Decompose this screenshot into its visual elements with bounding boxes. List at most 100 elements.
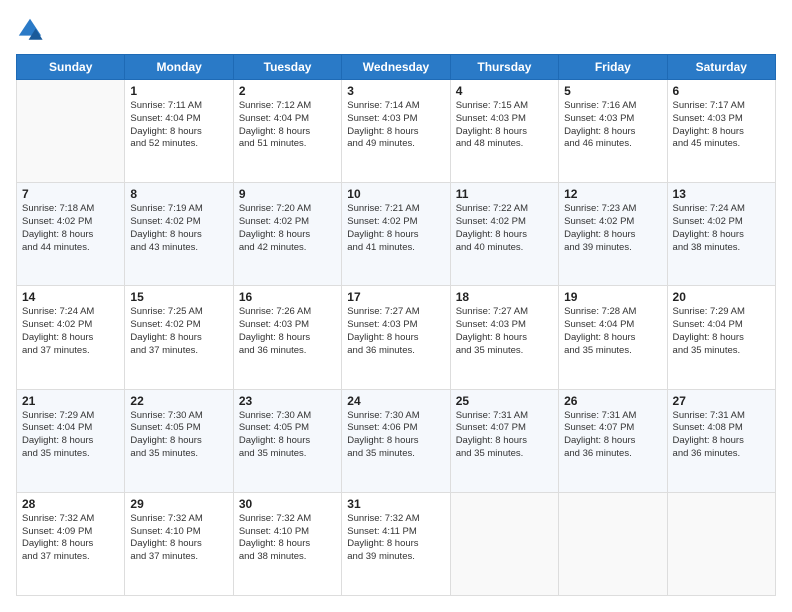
day-info: Sunrise: 7:20 AM Sunset: 4:02 PM Dayligh…	[239, 203, 336, 254]
day-number: 22	[130, 394, 227, 408]
day-info: Sunrise: 7:16 AM Sunset: 4:03 PM Dayligh…	[564, 100, 661, 151]
day-info: Sunrise: 7:27 AM Sunset: 4:03 PM Dayligh…	[347, 306, 444, 357]
day-info: Sunrise: 7:29 AM Sunset: 4:04 PM Dayligh…	[673, 306, 770, 357]
calendar-cell: 27Sunrise: 7:31 AM Sunset: 4:08 PM Dayli…	[667, 389, 775, 492]
calendar-cell	[667, 492, 775, 595]
calendar-cell: 22 Sunrise: 7:30 AM Sunset: 4:05 PM Dayli…	[125, 389, 233, 492]
calendar-week-row: 28 Sunrise: 7:32 AM Sunset: 4:09 PM Dayli…	[17, 492, 776, 595]
day-info: Sunrise: 7:30 AM Sunset: 4:05 PM Dayligh…	[130, 410, 227, 461]
day-info: Sunrise: 7:19 AM Sunset: 4:02 PM Dayligh…	[130, 203, 227, 254]
day-info: Sunrise: 7:30 AM Sunset: 4:06 PM Dayligh…	[347, 410, 444, 461]
day-number: 20	[673, 290, 770, 304]
day-number: 27	[673, 394, 770, 408]
day-info: Sunrise: 7:32 AM Sunset: 4:10 PM Dayligh…	[130, 513, 227, 564]
day-info: Sunrise: 7:25 AM Sunset: 4:02 PM Dayligh…	[130, 306, 227, 357]
day-info: Sunrise: 7:24 AM Sunset: 4:02 PM Dayligh…	[673, 203, 770, 254]
day-number: 31	[347, 497, 444, 511]
weekday-header: Thursday	[450, 55, 558, 80]
day-number: 30	[239, 497, 336, 511]
day-info: Sunrise: 7:24 AM Sunset: 4:02 PM Dayligh…	[22, 306, 119, 357]
day-number: 8	[130, 187, 227, 201]
day-number: 29	[130, 497, 227, 511]
calendar-cell: 6 Sunrise: 7:17 AM Sunset: 4:03 PM Daylig…	[667, 80, 775, 183]
calendar-cell: 10 Sunrise: 7:21 AM Sunset: 4:02 PM Dayli…	[342, 183, 450, 286]
calendar-cell: 26 Sunrise: 7:31 AM Sunset: 4:07 PM Dayli…	[559, 389, 667, 492]
calendar-cell: 3Sunrise: 7:14 AM Sunset: 4:03 PM Daylig…	[342, 80, 450, 183]
day-number: 25	[456, 394, 553, 408]
weekday-header: Monday	[125, 55, 233, 80]
calendar-cell: 11 Sunrise: 7:22 AM Sunset: 4:02 PM Dayli…	[450, 183, 558, 286]
day-info: Sunrise: 7:17 AM Sunset: 4:03 PM Dayligh…	[673, 100, 770, 151]
calendar-cell: 17Sunrise: 7:27 AM Sunset: 4:03 PM Dayli…	[342, 286, 450, 389]
calendar-cell: 5 Sunrise: 7:16 AM Sunset: 4:03 PM Daylig…	[559, 80, 667, 183]
calendar-cell: 24 Sunrise: 7:30 AM Sunset: 4:06 PM Dayli…	[342, 389, 450, 492]
calendar-header-row: SundayMondayTuesdayWednesdayThursdayFrid…	[17, 55, 776, 80]
day-number: 26	[564, 394, 661, 408]
calendar-cell: 31 Sunrise: 7:32 AM Sunset: 4:11 PM Dayli…	[342, 492, 450, 595]
day-number: 15	[130, 290, 227, 304]
day-number: 5	[564, 84, 661, 98]
day-info: Sunrise: 7:28 AM Sunset: 4:04 PM Dayligh…	[564, 306, 661, 357]
calendar-cell: 25 Sunrise: 7:31 AM Sunset: 4:07 PM Dayli…	[450, 389, 558, 492]
calendar-cell	[450, 492, 558, 595]
day-number: 28	[22, 497, 119, 511]
calendar-cell: 13 Sunrise: 7:24 AM Sunset: 4:02 PM Dayli…	[667, 183, 775, 286]
calendar-cell: 29 Sunrise: 7:32 AM Sunset: 4:10 PM Dayli…	[125, 492, 233, 595]
day-number: 19	[564, 290, 661, 304]
calendar-cell: 8 Sunrise: 7:19 AM Sunset: 4:02 PM Daylig…	[125, 183, 233, 286]
day-number: 21	[22, 394, 119, 408]
day-info: Sunrise: 7:12 AM Sunset: 4:04 PM Dayligh…	[239, 100, 336, 151]
day-number: 9	[239, 187, 336, 201]
logo-icon	[16, 16, 44, 44]
calendar-table: SundayMondayTuesdayWednesdayThursdayFrid…	[16, 54, 776, 596]
calendar-cell: 20 Sunrise: 7:29 AM Sunset: 4:04 PM Dayli…	[667, 286, 775, 389]
calendar-cell: 16Sunrise: 7:26 AM Sunset: 4:03 PM Dayli…	[233, 286, 341, 389]
day-number: 10	[347, 187, 444, 201]
calendar-cell: 12 Sunrise: 7:23 AM Sunset: 4:02 PM Dayli…	[559, 183, 667, 286]
day-number: 24	[347, 394, 444, 408]
day-info: Sunrise: 7:31 AM Sunset: 4:07 PM Dayligh…	[564, 410, 661, 461]
calendar-cell: 19 Sunrise: 7:28 AM Sunset: 4:04 PM Dayli…	[559, 286, 667, 389]
calendar-cell: 14 Sunrise: 7:24 AM Sunset: 4:02 PM Dayli…	[17, 286, 125, 389]
calendar-week-row: 21 Sunrise: 7:29 AM Sunset: 4:04 PM Dayli…	[17, 389, 776, 492]
day-info: Sunrise: 7:29 AM Sunset: 4:04 PM Dayligh…	[22, 410, 119, 461]
day-number: 11	[456, 187, 553, 201]
day-number: 1	[130, 84, 227, 98]
day-number: 16	[239, 290, 336, 304]
weekday-header: Tuesday	[233, 55, 341, 80]
day-info: Sunrise: 7:32 AM Sunset: 4:10 PM Dayligh…	[239, 513, 336, 564]
day-info: Sunrise: 7:31 AM Sunset: 4:07 PM Dayligh…	[456, 410, 553, 461]
day-number: 14	[22, 290, 119, 304]
day-number: 7	[22, 187, 119, 201]
weekday-header: Sunday	[17, 55, 125, 80]
day-info: Sunrise: 7:22 AM Sunset: 4:02 PM Dayligh…	[456, 203, 553, 254]
day-info: Sunrise: 7:14 AM Sunset: 4:03 PM Dayligh…	[347, 100, 444, 151]
day-number: 18	[456, 290, 553, 304]
calendar-cell: 21 Sunrise: 7:29 AM Sunset: 4:04 PM Dayli…	[17, 389, 125, 492]
day-info: Sunrise: 7:21 AM Sunset: 4:02 PM Dayligh…	[347, 203, 444, 254]
day-number: 2	[239, 84, 336, 98]
calendar-cell: 7Sunrise: 7:18 AM Sunset: 4:02 PM Daylig…	[17, 183, 125, 286]
day-info: Sunrise: 7:32 AM Sunset: 4:09 PM Dayligh…	[22, 513, 119, 564]
calendar-cell: 18 Sunrise: 7:27 AM Sunset: 4:03 PM Dayli…	[450, 286, 558, 389]
day-number: 12	[564, 187, 661, 201]
calendar-cell: 28 Sunrise: 7:32 AM Sunset: 4:09 PM Dayli…	[17, 492, 125, 595]
weekday-header: Wednesday	[342, 55, 450, 80]
day-number: 13	[673, 187, 770, 201]
day-info: Sunrise: 7:32 AM Sunset: 4:11 PM Dayligh…	[347, 513, 444, 564]
header	[16, 16, 776, 44]
weekday-header: Saturday	[667, 55, 775, 80]
day-info: Sunrise: 7:27 AM Sunset: 4:03 PM Dayligh…	[456, 306, 553, 357]
day-info: Sunrise: 7:15 AM Sunset: 4:03 PM Dayligh…	[456, 100, 553, 151]
day-info: Sunrise: 7:23 AM Sunset: 4:02 PM Dayligh…	[564, 203, 661, 254]
calendar-cell	[559, 492, 667, 595]
calendar-cell: 4 Sunrise: 7:15 AM Sunset: 4:03 PM Daylig…	[450, 80, 558, 183]
calendar-week-row: 1 Sunrise: 7:11 AM Sunset: 4:04 PM Daylig…	[17, 80, 776, 183]
day-info: Sunrise: 7:30 AM Sunset: 4:05 PM Dayligh…	[239, 410, 336, 461]
day-number: 4	[456, 84, 553, 98]
logo	[16, 16, 48, 44]
day-info: Sunrise: 7:11 AM Sunset: 4:04 PM Dayligh…	[130, 100, 227, 151]
calendar-cell: 9 Sunrise: 7:20 AM Sunset: 4:02 PM Daylig…	[233, 183, 341, 286]
day-number: 6	[673, 84, 770, 98]
page: SundayMondayTuesdayWednesdayThursdayFrid…	[0, 0, 792, 612]
